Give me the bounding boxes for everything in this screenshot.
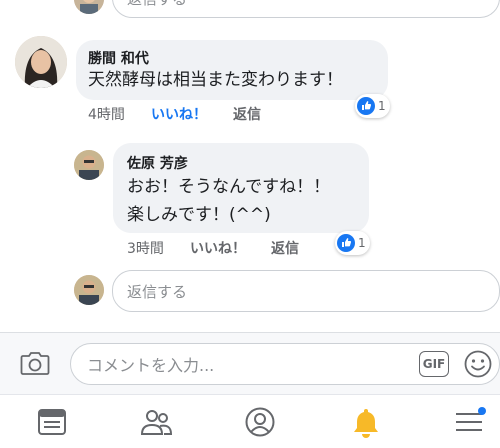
tab-notifications[interactable] xyxy=(346,403,386,441)
tab-menu[interactable] xyxy=(450,403,490,441)
reaction-badge[interactable]: 1 xyxy=(335,231,370,255)
reply-button[interactable]: 返信 xyxy=(233,104,261,124)
avatar[interactable] xyxy=(74,150,104,180)
comment-composer: コメントを入力... GIF xyxy=(0,332,500,394)
tab-profile[interactable] xyxy=(240,403,280,441)
top-reply-input[interactable]: 返信する xyxy=(112,0,500,18)
top-reply-placeholder: 返信する xyxy=(127,0,187,9)
gif-button[interactable]: GIF xyxy=(419,351,449,377)
like-reaction-icon xyxy=(357,97,375,115)
reply-input[interactable]: 返信する xyxy=(112,270,500,312)
comment-time: 4時間 xyxy=(88,107,125,123)
like-button[interactable]: いいね！ xyxy=(151,104,207,124)
like-button[interactable]: いいね！ xyxy=(190,238,246,258)
comment-text-line-1: おお！そうなんですね！！ xyxy=(127,177,331,197)
menu-badge xyxy=(478,407,486,415)
notifications-bell-icon xyxy=(354,409,378,438)
tab-news-feed[interactable] xyxy=(32,403,72,441)
tab-friends[interactable] xyxy=(136,403,176,441)
reaction-count: 1 xyxy=(378,99,386,113)
comment-time: 3時間 xyxy=(127,241,164,257)
comment-meta: 4時間 xyxy=(88,104,125,124)
profile-icon xyxy=(245,407,275,437)
reaction-badge[interactable]: 1 xyxy=(355,94,390,118)
comment-author[interactable]: 佐原 芳彦 xyxy=(127,153,188,173)
reply-input-placeholder: 返信する xyxy=(127,282,188,301)
gif-label: GIF xyxy=(422,357,446,371)
comment-text-line-2: 楽しみです！(^^) xyxy=(127,205,271,225)
friends-icon xyxy=(140,410,173,435)
emoji-icon[interactable] xyxy=(463,349,493,383)
menu-icon xyxy=(456,407,486,431)
avatar[interactable] xyxy=(74,0,104,14)
comment-text: 天然酵母は相当また変わります！ xyxy=(88,70,343,90)
comment-input-placeholder: コメントを入力... xyxy=(87,356,215,375)
reaction-count: 1 xyxy=(358,236,366,250)
avatar[interactable] xyxy=(15,36,67,88)
comment-bubble[interactable]: 勝間 和代 天然酵母は相当また変わります！ xyxy=(76,40,388,100)
news-feed-icon xyxy=(38,409,66,435)
camera-icon[interactable] xyxy=(20,349,50,381)
comment-author[interactable]: 勝間 和代 xyxy=(88,48,149,68)
avatar[interactable] xyxy=(74,275,104,305)
bottom-tab-bar xyxy=(0,394,500,448)
like-reaction-icon xyxy=(337,234,355,252)
reply-button[interactable]: 返信 xyxy=(271,238,299,258)
comment-bubble[interactable]: 佐原 芳彦 おお！そうなんですね！！ 楽しみです！(^^) xyxy=(113,143,369,233)
